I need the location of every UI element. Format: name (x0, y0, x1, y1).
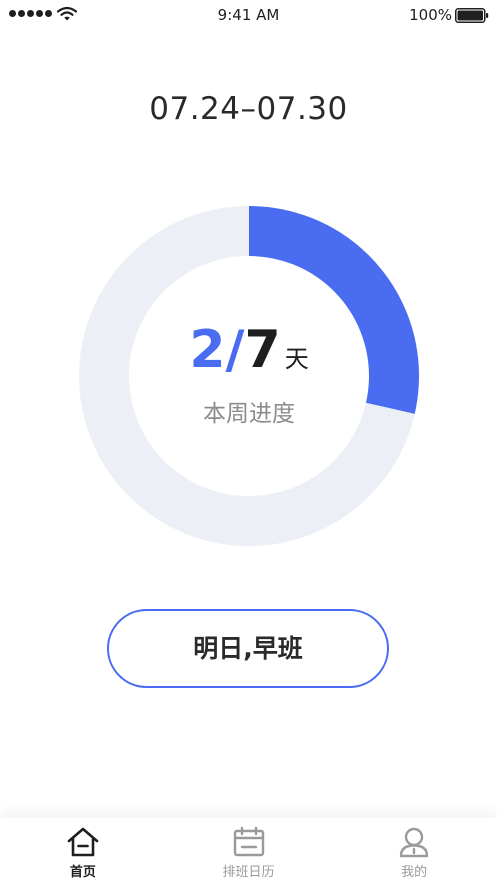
progress-label: 本周进度 (203, 401, 295, 427)
home-icon (67, 827, 99, 857)
next-shift-button[interactable]: 明日,早班 (107, 609, 389, 688)
week-date-range: 07.24–07.30 (149, 91, 348, 127)
battery-icon (455, 8, 489, 23)
tab-home[interactable]: 首页 (0, 818, 166, 883)
tab-home-label: 首页 (69, 865, 96, 880)
battery-percentage: 100% (409, 6, 452, 24)
progress-total: 7 (244, 320, 281, 380)
bottom-tab-bar: 首页 排班日历 我的 (0, 818, 497, 883)
progress-done: 2 (189, 320, 226, 380)
profile-icon (399, 827, 429, 858)
tab-schedule-calendar-label: 排班日历 (222, 865, 275, 880)
progress-value: 2/7 天 (79, 320, 419, 380)
progress-unit: 天 (284, 345, 309, 373)
progress-separator: / (225, 320, 245, 380)
tab-schedule-calendar[interactable]: 排班日历 (166, 818, 332, 883)
status-bar: 9:41 AM 100% (0, 0, 497, 30)
weekly-progress-ring: 2/7 天 本周进度 (79, 206, 419, 546)
tab-profile[interactable]: 我的 (331, 818, 497, 883)
calendar-icon (233, 826, 264, 857)
tab-profile-label: 我的 (401, 865, 428, 880)
